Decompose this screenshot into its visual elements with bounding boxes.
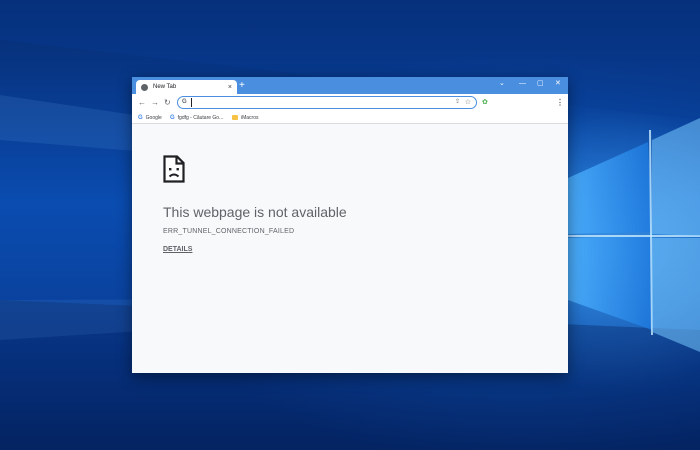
details-button[interactable]: DETAILS	[163, 246, 192, 253]
browser-window: New Tab × + ⌄ — ▢ ✕ ← → ↻ G ⇪ ☆ ✿ ⋮ G Go…	[132, 77, 568, 373]
folder-icon	[232, 115, 238, 120]
chrome-tab-icon	[141, 83, 148, 91]
error-title: This webpage is not available	[163, 204, 347, 220]
google-icon: G	[138, 114, 143, 121]
error-page: This webpage is not available ERR_TUNNEL…	[132, 124, 568, 373]
forward-button[interactable]: →	[151, 97, 159, 109]
minimize-button[interactable]: —	[519, 79, 526, 89]
sad-page-icon	[163, 155, 185, 183]
bookmark-label: Google	[145, 114, 162, 121]
bookmark-google[interactable]: G Google	[138, 112, 162, 123]
google-search-icon: G	[182, 99, 187, 105]
bookmark-fgdfg[interactable]: G fgdfg - Căutare Go...	[170, 112, 223, 123]
close-window-button[interactable]: ✕	[555, 79, 561, 89]
share-icon[interactable]: ⇪	[455, 97, 460, 108]
tab-label: New Tab	[153, 84, 177, 90]
extension-icon[interactable]: ✿	[482, 97, 488, 109]
title-bar[interactable]: New Tab × + ⌄ — ▢ ✕	[132, 77, 568, 94]
tab-close-icon[interactable]: ×	[228, 84, 232, 91]
new-tab-button[interactable]: +	[239, 80, 245, 92]
google-icon: G	[170, 114, 175, 121]
bookmarks-bar: G Google G fgdfg - Căutare Go... iMacros	[132, 112, 568, 124]
browser-toolbar: ← → ↻ G ⇪ ☆ ✿ ⋮	[132, 94, 568, 112]
tab-new-tab[interactable]: New Tab ×	[136, 80, 237, 94]
bookmark-imacros[interactable]: iMacros	[232, 112, 259, 123]
error-code: ERR_TUNNEL_CONNECTION_FAILED	[163, 228, 295, 235]
browser-menu-icon[interactable]: ⋮	[556, 97, 564, 109]
back-button[interactable]: ←	[138, 97, 146, 109]
bookmark-label: iMacros	[241, 114, 259, 121]
address-input[interactable]	[191, 98, 447, 107]
address-bar[interactable]: G ⇪ ☆	[177, 96, 477, 109]
bookmark-star-icon[interactable]: ☆	[465, 97, 471, 108]
restore-button[interactable]: ▢	[537, 79, 544, 89]
tab-search-icon[interactable]: ⌄	[499, 79, 505, 89]
bookmark-label: fgdfg - Căutare Go...	[177, 114, 224, 121]
reload-button[interactable]: ↻	[164, 97, 171, 109]
